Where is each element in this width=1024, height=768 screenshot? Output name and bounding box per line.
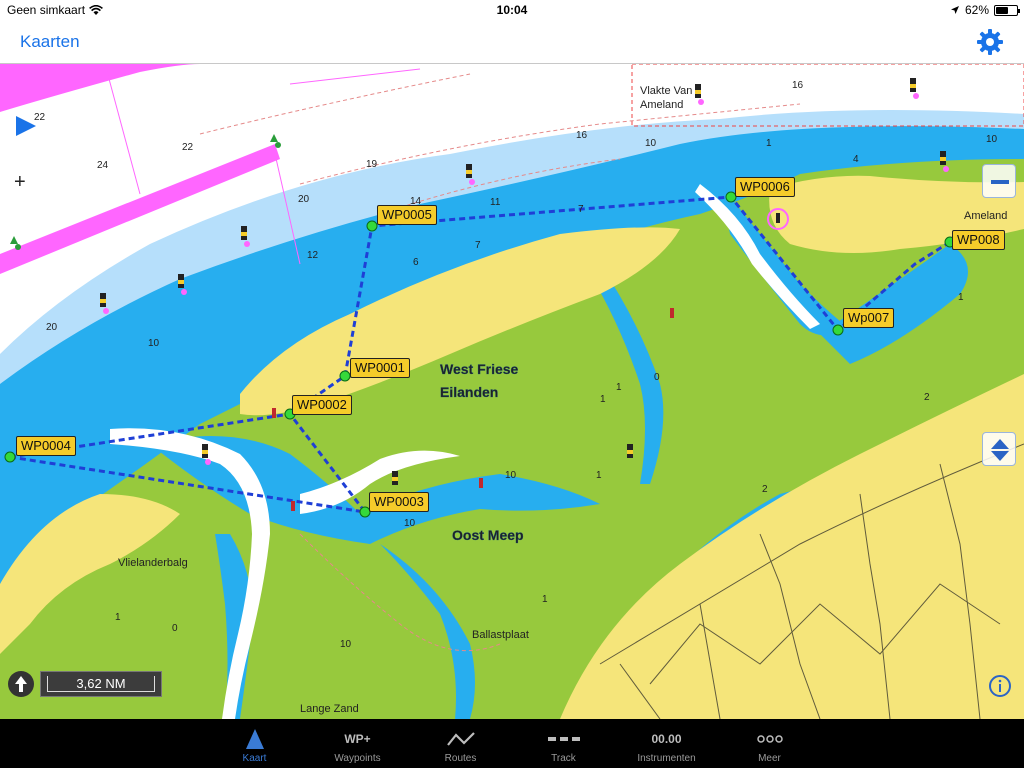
waypoint-dot[interactable] [832, 324, 844, 336]
depth-sounding: 1 [766, 138, 772, 149]
depth-sounding: 7 [578, 204, 584, 215]
depth-sounding: 10 [148, 338, 160, 349]
tab-label-routes: Routes [444, 753, 477, 764]
tab-label-track: Track [551, 753, 576, 764]
nautical-chart[interactable]: 22 24 22 19 20 14 11 7 12 6 7 16 10 1 4 16 10 20 10 1 0 1 2 10 1… [0, 64, 1024, 719]
depth-sounding: 1 [600, 394, 606, 405]
nav-bar: Kaarten [0, 22, 1024, 64]
map-arrow-icon [245, 729, 264, 749]
waypoint-dot[interactable] [339, 370, 351, 382]
kaarten-back-button[interactable]: Kaarten [20, 32, 80, 52]
waypoint-label[interactable]: WP0006 [735, 177, 795, 197]
depth-sounding: 10 [645, 138, 657, 149]
battery-percent: 62% [964, 3, 989, 17]
depth-sounding: 1 [616, 382, 622, 393]
depth-sounding: 1 [596, 470, 602, 481]
info-icon [989, 675, 1011, 697]
depth-sounding: 10 [505, 470, 517, 481]
tab-meer[interactable]: Meer [718, 719, 821, 768]
waypoint-dot[interactable] [366, 220, 378, 232]
label-oost-meep: Oost Meep [452, 527, 524, 543]
chart-canvas[interactable]: 2224221920 14 11712671610 14161020101012101… [0, 64, 1024, 719]
depth-sounding: 2 [924, 392, 930, 403]
waypoint-label[interactable]: WP0002 [292, 395, 352, 415]
label-ballastplaat: Ballastplaat [472, 629, 529, 641]
scale-bar: 3,62 NM [8, 669, 162, 699]
waypoint-label[interactable]: WP0001 [350, 358, 410, 378]
depth-sounding: 11 [490, 197, 501, 208]
depth-sounding: 24 [97, 160, 109, 171]
chart-mode-button[interactable] [982, 432, 1016, 466]
add-marker-icon[interactable]: + [14, 171, 26, 193]
north-up-button[interactable] [8, 671, 34, 697]
depth-sounding: 0 [654, 372, 660, 383]
depth-sounding: 22 [182, 142, 194, 153]
waypoint-dot[interactable] [4, 451, 16, 463]
waypoint-label[interactable]: WP008 [952, 230, 1005, 250]
up-down-icon [991, 439, 1009, 461]
tab-label-instrumenten: Instrumenten [637, 753, 696, 764]
label-lange-zand: Lange Zand [300, 703, 359, 715]
waypoint-label[interactable]: WP0004 [16, 436, 76, 456]
minus-icon [991, 180, 1009, 184]
depth-sounding: 20 [46, 322, 58, 333]
tab-label-meer: Meer [758, 753, 781, 764]
tab-instrumenten[interactable]: 00.00 Instrumenten [615, 719, 718, 768]
depth-sounding: 22 [34, 112, 46, 123]
clock: 10:04 [496, 3, 528, 17]
gear-icon[interactable] [976, 28, 1004, 56]
tab-routes[interactable]: Routes [409, 719, 512, 768]
app: Geen simkaart 10:04 62% Kaarten 22 24 22… [0, 0, 1024, 768]
label-eilanden: Eilanden [440, 384, 498, 400]
waypoint-label[interactable]: WP0005 [377, 205, 437, 225]
tab-track[interactable]: Track [512, 719, 615, 768]
label-ameland-north: Ameland [640, 99, 683, 111]
more-icon [756, 735, 783, 743]
label-ameland: Ameland [964, 210, 1007, 222]
depth-sounding: 2 [762, 484, 768, 495]
tab-waypoints[interactable]: WP+ Waypoints [306, 719, 409, 768]
depth-sounding: 16 [576, 130, 588, 141]
status-right: 62% [950, 3, 1020, 17]
north-arrow-icon [15, 676, 27, 692]
status-bar: Geen simkaart 10:04 62% [0, 0, 1024, 22]
depth-sounding: 10 [404, 518, 416, 529]
label-vlielanderbalg: Vlielanderbalg [118, 557, 188, 569]
depth-sounding: 10 [986, 134, 998, 145]
depth-sounding: 20 [298, 194, 310, 205]
tab-kaart[interactable]: Kaart [203, 719, 306, 768]
location-arrow-icon [950, 6, 959, 14]
battery-icon [994, 4, 1020, 16]
track-icon [547, 737, 580, 741]
instrument-readout-icon: 00.00 [651, 732, 682, 746]
depth-sounding: 4 [853, 154, 859, 165]
tab-label-waypoints: Waypoints [334, 753, 381, 764]
depth-sounding: 12 [307, 250, 319, 261]
depth-sounding: 6 [413, 257, 419, 268]
route-icon [446, 732, 475, 746]
depth-sounding: 19 [366, 159, 378, 170]
depth-sounding: 1 [115, 612, 121, 623]
waypoint-label[interactable]: Wp007 [843, 308, 895, 328]
depth-sounding: 1 [958, 292, 964, 303]
label-west-friese: West Friese [440, 361, 519, 377]
waypoint-add-icon: WP+ [344, 732, 371, 746]
depth-sounding: 10 [340, 639, 352, 650]
depth-sounding: 16 [792, 80, 804, 91]
waypoint-label[interactable]: WP0003 [369, 492, 429, 512]
depth-sounding: 0 [172, 623, 178, 634]
tab-label-kaart: Kaart [242, 753, 267, 764]
info-button[interactable] [988, 674, 1012, 698]
scale-distance: 3,62 NM [40, 671, 162, 697]
zoom-out-button[interactable] [982, 164, 1016, 198]
label-vlakte-van: Vlakte Van [640, 85, 692, 97]
tab-bar: Kaart WP+ Waypoints Routes Track 00.00 I… [0, 719, 1024, 768]
depth-sounding: 7 [475, 240, 481, 251]
depth-sounding: 1 [542, 594, 548, 605]
